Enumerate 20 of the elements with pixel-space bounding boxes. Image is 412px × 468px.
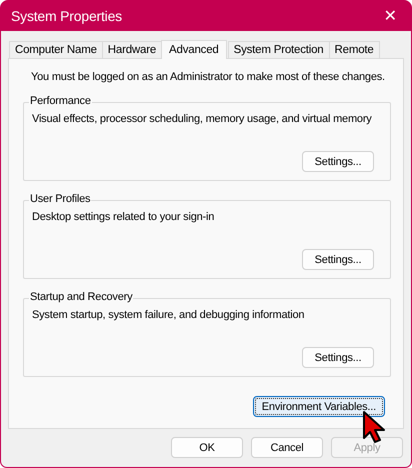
notice-text: You must be logged on as an Administrator to make most of these changes. — [31, 71, 385, 83]
environment-variables-button[interactable]: Environment Variables... — [252, 396, 385, 417]
group-title: Performance — [29, 95, 92, 107]
pointer-cursor-icon — [361, 410, 387, 444]
dialog-button[interactable]: Cancel — [251, 437, 323, 458]
settings-button[interactable]: Settings... — [302, 347, 374, 368]
dialog-button[interactable]: OK — [171, 437, 243, 458]
settings-button[interactable]: Settings... — [302, 151, 374, 172]
close-button[interactable]: ✕ — [380, 6, 401, 25]
tab[interactable]: Advanced — [161, 40, 227, 59]
group-title: User Profiles — [29, 193, 92, 205]
tab[interactable]: System Protection — [228, 41, 330, 58]
tab[interactable]: Remote — [328, 41, 380, 58]
group-title: Startup and Recovery — [29, 291, 134, 303]
group-description: System startup, system failure, and debugging information — [32, 309, 304, 321]
settings-button[interactable]: Settings... — [302, 249, 374, 270]
group-description: Desktop settings related to your sign-in — [32, 211, 214, 223]
tab[interactable]: Computer Name — [9, 41, 103, 58]
group-description: Visual effects, processor scheduling, memory usage, and virtual memory — [32, 113, 372, 125]
window-title: System Properties — [11, 8, 122, 24]
